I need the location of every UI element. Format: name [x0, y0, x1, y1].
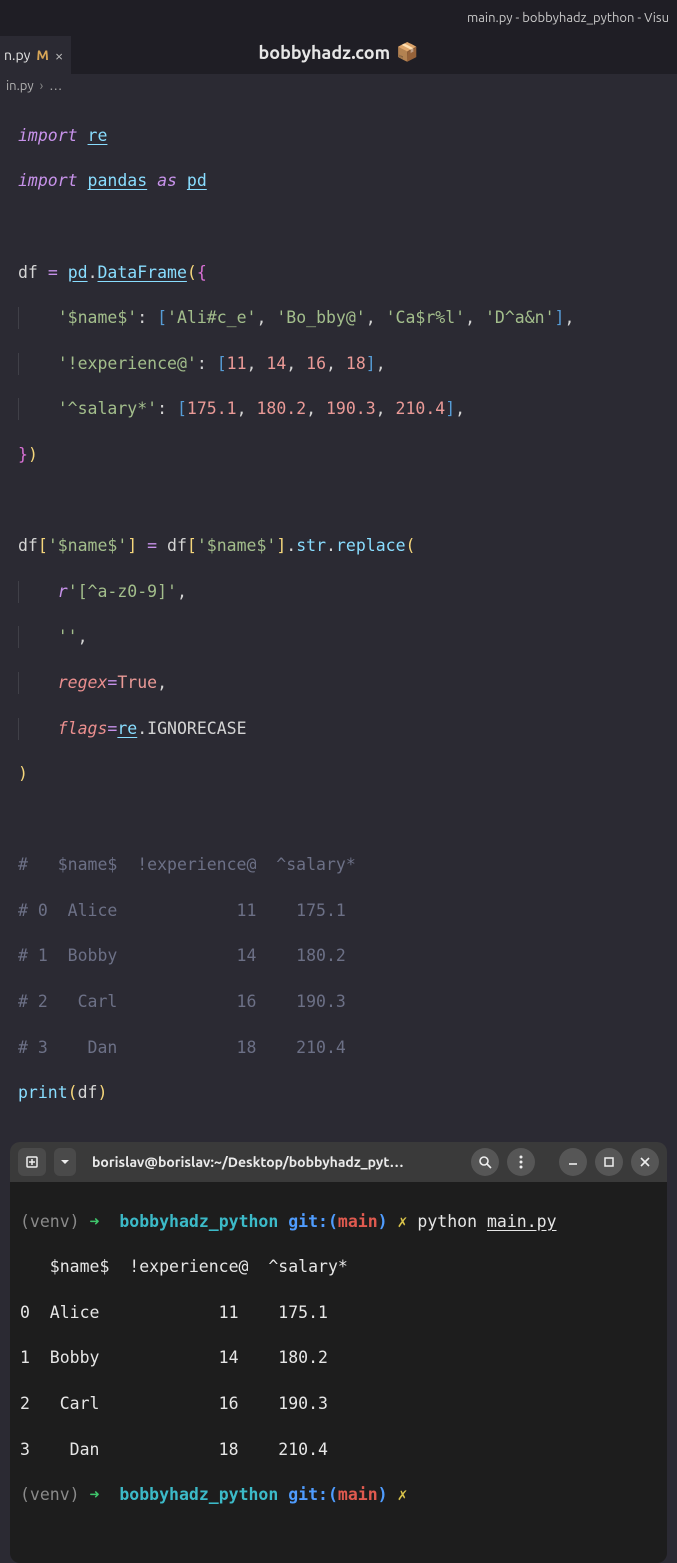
tab-modified-indicator: M: [36, 47, 48, 63]
maximize-button[interactable]: [595, 1148, 623, 1176]
terminal-title: borislav@borislav:~/Desktop/bobbyhadz_py…: [84, 1154, 463, 1170]
breadcrumb[interactable]: in.py › …: [0, 74, 677, 98]
chevron-right-icon: ›: [40, 79, 44, 93]
breadcrumb-file: in.py: [6, 79, 34, 93]
cube-icon: 📦: [396, 42, 418, 63]
window-title-bar: main.py - bobbyhadz_python - Visu: [0, 0, 677, 36]
tab-row: n.py M × bobbyhadz.com 📦: [0, 36, 677, 74]
close-button[interactable]: [631, 1148, 659, 1176]
close-icon[interactable]: ×: [55, 47, 63, 64]
dropdown-button[interactable]: [54, 1148, 76, 1176]
minimize-button[interactable]: [559, 1148, 587, 1176]
breadcrumb-more: …: [49, 79, 62, 93]
tab-main-py[interactable]: n.py M ×: [0, 36, 71, 74]
new-tab-button[interactable]: [18, 1148, 46, 1176]
watermark-text: bobbyhadz.com: [258, 43, 390, 63]
code-editor[interactable]: import re import pandas as pd df = pd.Da…: [0, 98, 677, 1136]
terminal-title-bar[interactable]: borislav@borislav:~/Desktop/bobbyhadz_py…: [10, 1142, 667, 1182]
terminal-window: borislav@borislav:~/Desktop/bobbyhadz_py…: [10, 1142, 667, 1563]
menu-button[interactable]: [507, 1148, 535, 1176]
search-button[interactable]: [471, 1148, 499, 1176]
terminal-body[interactable]: (venv) ➜ bobbyhadz_python git:(main) ✗ p…: [10, 1182, 667, 1563]
watermark: bobbyhadz.com 📦: [258, 42, 418, 63]
tab-filename: n.py: [4, 47, 30, 63]
window-title: main.py - bobbyhadz_python - Visu: [467, 11, 669, 25]
